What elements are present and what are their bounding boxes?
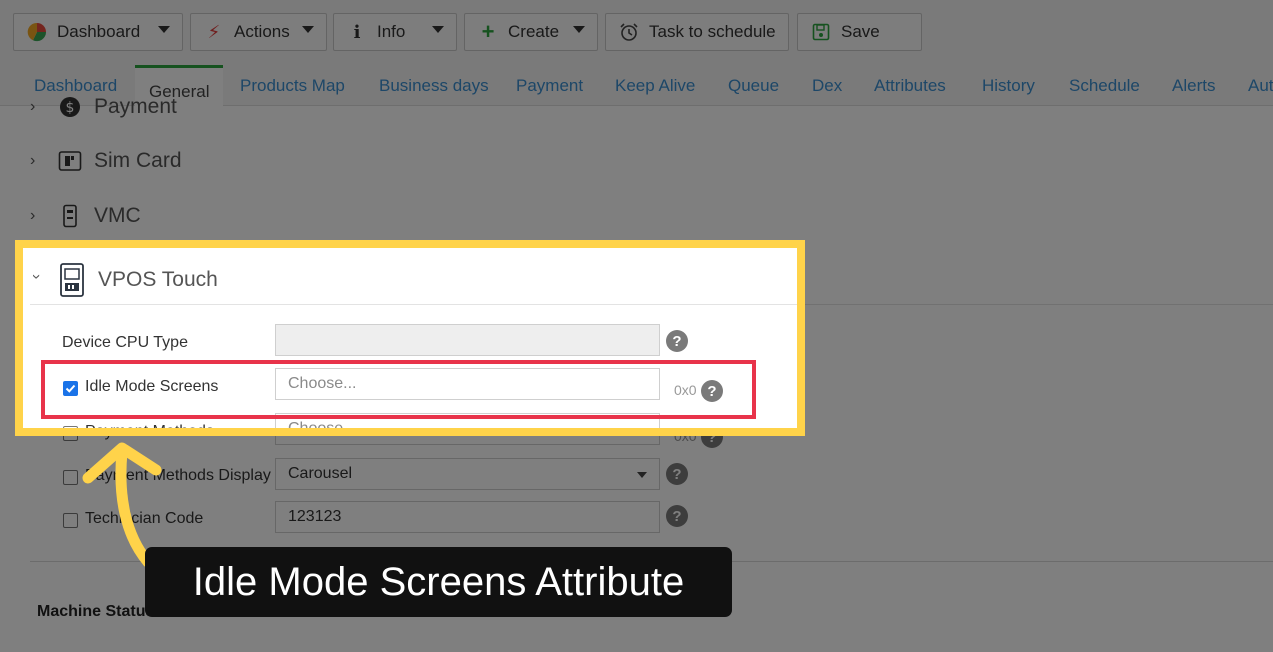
annotation-caption: Idle Mode Screens Attribute	[145, 547, 732, 617]
help-icon[interactable]: ?	[666, 330, 688, 352]
payment-methods-label: Payment Methods	[85, 423, 214, 436]
payment-methods-checkbox[interactable]	[63, 426, 78, 428]
accordion-vpos-touch[interactable]: › VPOS Touch	[28, 262, 218, 298]
chevron-down-icon: ›	[28, 274, 45, 280]
cpu-type-input[interactable]	[275, 324, 660, 356]
pos-terminal-icon	[58, 262, 86, 298]
focus-box	[41, 360, 756, 419]
panel-divider	[30, 304, 797, 305]
cpu-type-label: Device CPU Type	[62, 334, 188, 351]
accordion-vpos-touch-label: VPOS Touch	[98, 268, 218, 291]
